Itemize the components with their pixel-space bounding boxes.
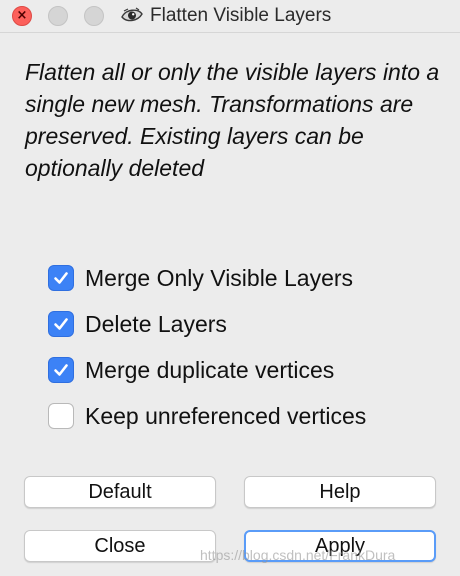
merge-visible-layers-checkbox[interactable] [48, 265, 74, 291]
window-title: Flatten Visible Layers [150, 5, 332, 26]
option-merge-duplicate-vertices[interactable]: Merge duplicate vertices [48, 347, 366, 393]
filter-description: Flatten all or only the visible layers i… [25, 59, 440, 181]
title-bar: × Flatten Visible Layers [0, 0, 460, 33]
keep-unreferenced-vertices-checkbox[interactable] [48, 403, 74, 429]
dialog-window: × Flatten Visible Layers Flatten all or … [0, 0, 460, 576]
default-button[interactable]: Default [24, 476, 216, 508]
delete-layers-checkbox[interactable] [48, 311, 74, 337]
maximize-window-button[interactable] [84, 6, 104, 26]
help-button[interactable]: Help [244, 476, 436, 508]
option-keep-unreferenced-vertices[interactable]: Keep unreferenced vertices [48, 393, 366, 439]
option-merge-visible-layers[interactable]: Merge Only Visible Layers [48, 255, 366, 301]
merge-visible-layers-label[interactable]: Merge Only Visible Layers [85, 265, 353, 292]
keep-unreferenced-vertices-label[interactable]: Keep unreferenced vertices [85, 403, 366, 430]
option-delete-layers[interactable]: Delete Layers [48, 301, 366, 347]
checkmark-icon [54, 318, 68, 330]
options-list: Merge Only Visible Layers Delete Layers … [48, 255, 366, 439]
delete-layers-label[interactable]: Delete Layers [85, 311, 227, 338]
merge-duplicate-vertices-label[interactable]: Merge duplicate vertices [85, 357, 334, 384]
minimize-window-button[interactable] [48, 6, 68, 26]
checkmark-icon [54, 272, 68, 284]
merge-duplicate-vertices-checkbox[interactable] [48, 357, 74, 383]
checkmark-icon [54, 364, 68, 376]
watermark: https://blog.csdn.net/FrankDura [200, 547, 396, 563]
meshlab-eye-icon [121, 6, 143, 26]
close-button[interactable]: Close [24, 530, 216, 562]
close-icon: × [16, 8, 28, 23]
close-window-button[interactable]: × [12, 6, 32, 26]
